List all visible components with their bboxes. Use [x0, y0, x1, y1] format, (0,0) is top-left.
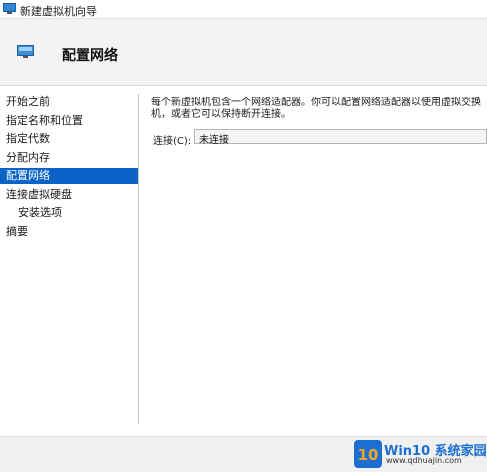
- page-title: 配置网络: [62, 48, 118, 64]
- monitor-icon: [17, 45, 34, 58]
- nav-item-label: 安装选项: [18, 206, 62, 219]
- connection-select[interactable]: 未连接: [194, 129, 487, 146]
- nav-item-before-you-begin[interactable]: 开始之前: [0, 94, 138, 110]
- watermark: 10 Win10 系统家园 www.qdhuajin.com: [354, 440, 487, 468]
- nav-item-virtual-hard-disk[interactable]: 连接虚拟硬盘: [0, 187, 138, 203]
- nav-item-label: 开始之前: [6, 95, 50, 108]
- nav-item-label: 指定名称和位置: [6, 114, 83, 127]
- wizard-steps-nav: 开始之前 指定名称和位置 指定代数 分配内存 配置网络 连接虚拟硬盘 安装选项 …: [0, 94, 138, 424]
- nav-item-summary[interactable]: 摘要: [0, 224, 138, 240]
- win10-logo-icon: 10: [354, 440, 382, 468]
- nav-item-label: 指定代数: [6, 132, 50, 145]
- nav-item-generation[interactable]: 指定代数: [0, 131, 138, 147]
- main-content: 每个新虚拟机包含一个网络适配器。你可以配置网络适配器以使用虚拟交换机，或者它可以…: [150, 96, 487, 176]
- window-title: 新建虚拟机向导: [20, 5, 97, 18]
- nav-item-label: 摘要: [6, 225, 28, 238]
- watermark-logo-text: 10: [358, 446, 379, 464]
- wizard-header: 配置网络: [0, 19, 487, 86]
- watermark-site: www.qdhuajin.com: [386, 456, 462, 465]
- connection-label: 连接(C):: [153, 136, 192, 147]
- nav-item-installation-options[interactable]: 安装选项: [0, 205, 138, 221]
- nav-item-label: 配置网络: [6, 169, 50, 182]
- nav-item-label: 分配内存: [6, 151, 50, 164]
- title-bar: 新建虚拟机向导: [0, 0, 487, 19]
- nav-item-name-and-location[interactable]: 指定名称和位置: [0, 113, 138, 129]
- nav-item-label: 连接虚拟硬盘: [6, 188, 72, 201]
- page-description: 每个新虚拟机包含一个网络适配器。你可以配置网络适配器以使用虚拟交换机，或者它可以…: [151, 97, 481, 120]
- nav-item-networking[interactable]: 配置网络: [0, 168, 138, 184]
- monitor-icon: [3, 3, 16, 14]
- connection-select-value: 未连接: [199, 135, 229, 146]
- nav-item-memory[interactable]: 分配内存: [0, 150, 138, 166]
- nav-divider: [138, 94, 139, 424]
